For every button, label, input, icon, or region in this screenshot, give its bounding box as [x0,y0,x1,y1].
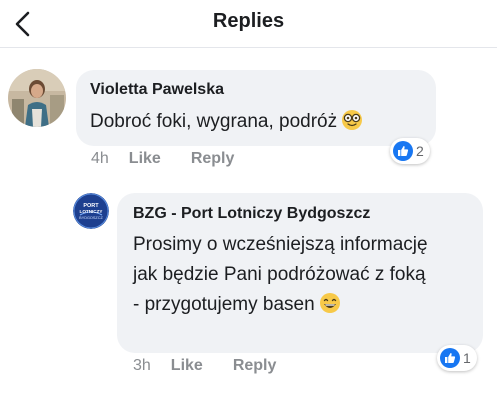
comment-time[interactable]: 3h [133,357,151,375]
header-bar: Replies [0,0,497,48]
comment-author[interactable]: Violetta Pawelska [90,81,224,99]
reply-button[interactable]: Reply [233,357,277,375]
reaction-summary[interactable]: 2 [390,138,430,164]
comment-bubble: BZG - Port Lotniczy Bydgoszcz Prosimy o … [117,193,483,353]
like-reaction-icon [440,348,460,368]
reaction-count: 1 [463,350,471,366]
comment-text: Prosimy o wcześniejszą informację jak bę… [133,234,428,315]
comment-text: Dobroć foki, wygrana, podróż [90,107,363,137]
comment-actions: 3h Like Reply [133,357,276,375]
comment-bubble: Violetta Pawelska Dobroć foki, wygrana, … [76,70,436,146]
avatar[interactable]: PORT LOTNICZY BYDGOSZCZ [73,193,109,229]
reaction-summary[interactable]: 1 [437,345,477,371]
comment-time[interactable]: 4h [91,150,109,168]
page-title: Replies [212,10,285,32]
like-reaction-icon [393,141,413,161]
reaction-count: 2 [416,143,424,159]
reply-button[interactable]: Reply [191,150,235,168]
nerd-glasses-emoji-icon [341,109,363,131]
comment-actions: 4h Like Reply [91,150,234,168]
logo-text: LOTNICZY [80,209,103,214]
grinning-smile-emoji-icon [319,292,341,314]
like-button[interactable]: Like [171,357,203,375]
avatar[interactable] [8,69,66,127]
like-button[interactable]: Like [129,150,161,168]
comment-author[interactable]: BZG - Port Lotniczy Bydgoszcz [133,205,370,223]
logo-text: BYDGOSZCZ [79,216,103,220]
